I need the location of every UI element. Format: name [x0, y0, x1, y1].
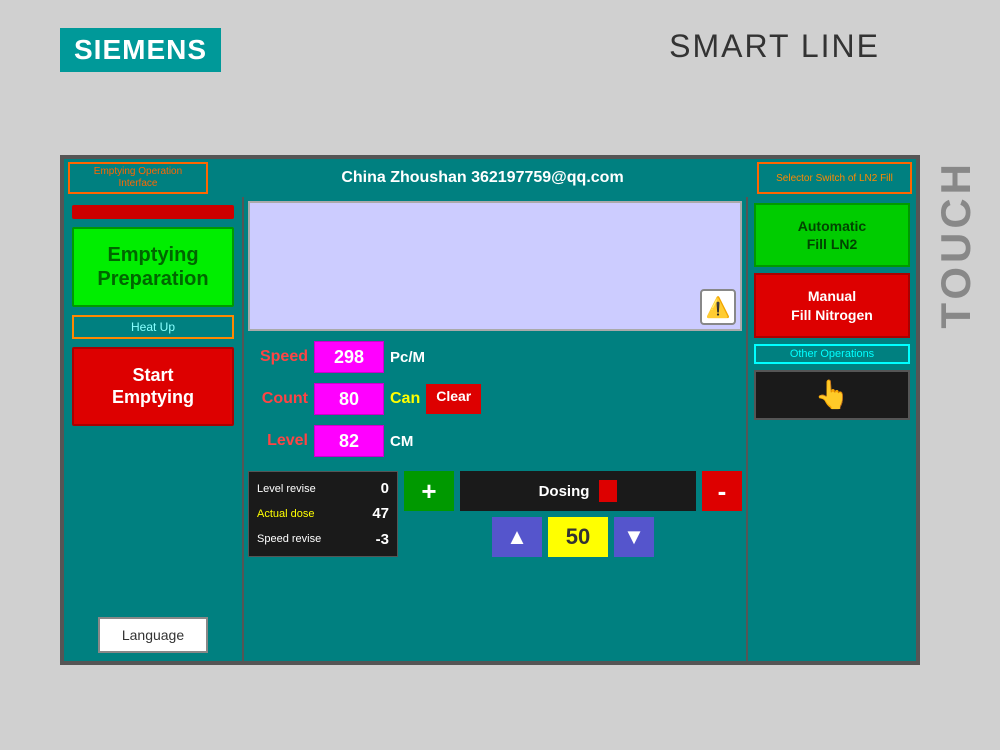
arrow-row: ▲ 50 ▼: [404, 517, 742, 557]
manual-fill-button[interactable]: ManualFill Nitrogen: [754, 273, 910, 337]
right-panel: AutomaticFill LN2 ManualFill Nitrogen Ot…: [746, 197, 916, 661]
touch-label: TOUCH: [932, 160, 980, 329]
start-emptying-button[interactable]: StartEmptying: [72, 347, 234, 426]
controls-section: + Dosing - ▲ 50 ▼: [404, 471, 742, 557]
main-screen: Emptying Operation Interface China Zhous…: [60, 155, 920, 665]
middle-panel: ⚠️ Speed 298 Pc/M Count 80 Can: [244, 197, 746, 661]
other-operations-label: Other Operations: [754, 344, 910, 364]
speed-value[interactable]: 298: [314, 341, 384, 373]
product-name: SMART LINE: [669, 28, 880, 65]
display-area: ⚠️: [248, 201, 742, 331]
count-row: Count 80 Can Clear: [248, 381, 742, 417]
clear-button[interactable]: Clear: [426, 384, 481, 414]
speed-revise-label: Speed revise: [257, 533, 321, 545]
main-content: EmptyingPreparation Heat Up StartEmptyin…: [64, 197, 916, 661]
dosing-red-square: [599, 480, 617, 502]
level-revise-label: Level revise: [257, 483, 316, 495]
other-operations-button[interactable]: 👆: [754, 370, 910, 420]
actual-dose-row: Actual dose 47: [257, 505, 389, 522]
data-rows: Speed 298 Pc/M Count 80 Can Clear Level: [248, 335, 742, 463]
speed-revise-value: -3: [359, 531, 389, 548]
speed-row: Speed 298 Pc/M: [248, 339, 742, 375]
speed-revise-row: Speed revise -3: [257, 531, 389, 548]
speed-unit: Pc/M: [390, 349, 440, 366]
dosing-label: Dosing: [539, 483, 590, 500]
level-unit: CM: [390, 433, 440, 450]
siemens-logo: SIEMENS: [60, 28, 221, 72]
level-revise-value: 0: [359, 480, 389, 497]
outer-bezel: SIEMENS SMART LINE TOUCH Emptying Operat…: [0, 0, 1000, 750]
operation-interface-label: Emptying Operation Interface: [68, 162, 208, 194]
header-center-text: China Zhoushan 362197759@qq.com: [212, 169, 753, 187]
down-arrow-button[interactable]: ▼: [614, 517, 654, 557]
red-bar: [72, 205, 234, 219]
can-label: Can: [390, 390, 420, 408]
auto-fill-button[interactable]: AutomaticFill LN2: [754, 203, 910, 267]
speed-label: Speed: [248, 348, 308, 366]
plus-button[interactable]: +: [404, 471, 454, 511]
selector-switch-label: Selector Switch of LN2 Fill: [757, 162, 912, 194]
actual-dose-label: Actual dose: [257, 508, 314, 520]
level-value[interactable]: 82: [314, 425, 384, 457]
header-row: Emptying Operation Interface China Zhous…: [64, 159, 916, 197]
emptying-preparation-button[interactable]: EmptyingPreparation: [72, 227, 234, 307]
heat-up-label: Heat Up: [72, 315, 234, 339]
level-revise-row: Level revise 0: [257, 480, 389, 497]
up-arrow-button[interactable]: ▲: [492, 517, 542, 557]
count-label: Count: [248, 390, 308, 408]
warning-icon: ⚠️: [700, 289, 736, 325]
count-value[interactable]: 80: [314, 383, 384, 415]
left-panel: EmptyingPreparation Heat Up StartEmptyin…: [64, 197, 244, 661]
minus-button[interactable]: -: [702, 471, 742, 511]
hand-icon: 👆: [815, 378, 850, 411]
level-label: Level: [248, 432, 308, 450]
level-row: Level 82 CM: [248, 423, 742, 459]
bottom-section: Level revise 0 Actual dose 47 Speed revi…: [248, 471, 742, 557]
actual-dose-value: 47: [359, 505, 389, 522]
dosing-button[interactable]: Dosing: [460, 471, 696, 511]
revision-box: Level revise 0 Actual dose 47 Speed revi…: [248, 471, 398, 557]
dose-value-display: 50: [548, 517, 608, 557]
dosing-row: + Dosing -: [404, 471, 742, 511]
language-button[interactable]: Language: [98, 617, 208, 653]
siemens-logo-text: SIEMENS: [74, 34, 207, 65]
